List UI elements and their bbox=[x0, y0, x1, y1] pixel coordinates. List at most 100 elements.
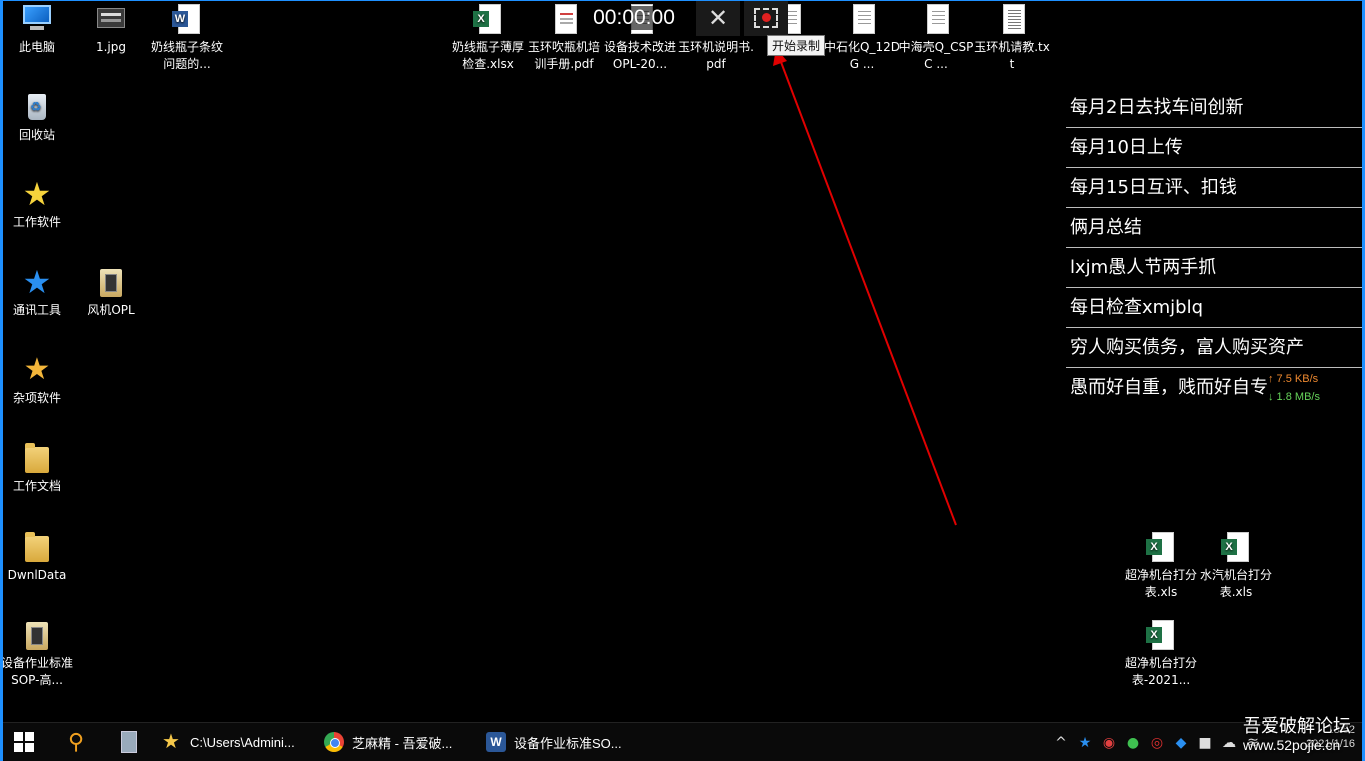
desktop-icon-label: 水汽机台打分表.xls bbox=[1199, 568, 1272, 599]
pdf-file-icon bbox=[548, 2, 580, 36]
star-shortcut-icon: ★ bbox=[162, 731, 180, 753]
desktop-icon-this-pc[interactable]: 此电脑 bbox=[0, 2, 74, 56]
desktop-icon-misc-software[interactable]: ★ 杂项软件 bbox=[0, 353, 74, 407]
desktop-icon-label: DwnlData bbox=[7, 568, 67, 582]
note-item: 每月15日互评、扣钱 bbox=[1066, 168, 1362, 208]
desktop-icon-label: 通讯工具 bbox=[12, 303, 61, 317]
desktop-icon-label: 玉环机请教.txt bbox=[974, 40, 1050, 71]
word-document-icon: W bbox=[171, 2, 203, 36]
document-file-icon bbox=[846, 2, 878, 36]
search-icon: ⚲ bbox=[67, 729, 85, 755]
desktop-icon-label: 玉环机说明书.pdf bbox=[678, 40, 754, 71]
desktop-icon-label: 设备作业标准SOP-高... bbox=[0, 656, 73, 687]
watermark-title: 吾爱破解论坛 bbox=[1243, 716, 1351, 737]
desktop-icon-label: 杂项软件 bbox=[12, 391, 61, 405]
start-recording-button[interactable] bbox=[744, 0, 788, 36]
system-tray: ^ ★ ◉ ● ◎ ◆ ■ ☁ ≋ bbox=[1049, 723, 1265, 761]
note-item: 俩月总结 bbox=[1066, 208, 1362, 248]
start-recording-tooltip: 开始录制 bbox=[767, 35, 826, 56]
desktop-icon-xlsx-thickness[interactable]: X 奶线瓶子薄厚检查.xlsx bbox=[450, 2, 526, 73]
taskbar-item-label: 设备作业标准SO... bbox=[514, 735, 622, 751]
desktop-icon-label: 1.jpg bbox=[95, 40, 127, 54]
note-item: 每月2日去找车间创新 bbox=[1066, 88, 1362, 128]
excel-file-icon: X bbox=[1220, 530, 1252, 564]
desktop-icon-xls-steam[interactable]: X 水汽机台打分表.xls bbox=[1199, 530, 1273, 601]
screen-recorder-toolbar: 00:00:00 ✕ bbox=[584, 0, 788, 36]
shield-icon[interactable]: ◆ bbox=[1170, 732, 1192, 754]
desktop-icon-work-software[interactable]: ★ 工作软件 bbox=[0, 177, 74, 231]
calculator-button[interactable] bbox=[104, 723, 154, 761]
desktop-icon-label: 奶线瓶子条纹问题的... bbox=[150, 40, 223, 71]
excel-file-icon: X bbox=[1145, 618, 1177, 652]
desktop-icon-label: 超净机台打分表.xls bbox=[1124, 568, 1197, 599]
taskbar-item-word[interactable]: W 设备作业标准SO... bbox=[478, 723, 640, 761]
note-item: lxjm愚人节两手抓 bbox=[1066, 248, 1362, 288]
star-shortcut-icon: ★ bbox=[23, 352, 51, 387]
desktop-icon-work-docs[interactable]: 工作文档 bbox=[0, 441, 74, 495]
sticky-notes-widget: 每月2日去找车间创新 每月10日上传 每月15日互评、扣钱 俩月总结 lxjm愚人节两手… bbox=[1066, 88, 1362, 408]
chrome-icon bbox=[324, 732, 344, 752]
star-shortcut-icon: ★ bbox=[22, 263, 52, 301]
desktop-icon-xls-clean-2021[interactable]: X 超净机台打分表-2021... bbox=[1124, 618, 1198, 689]
taskbar-item-chrome[interactable]: 芝麻精 - 吾爱破... bbox=[316, 723, 478, 761]
excel-file-icon: X bbox=[472, 2, 504, 36]
desktop-icon-label: 工作软件 bbox=[12, 215, 61, 229]
close-icon: ✕ bbox=[707, 4, 729, 32]
star-tray-icon[interactable]: ★ bbox=[1074, 732, 1096, 754]
cloud-icon[interactable]: ☁ bbox=[1218, 732, 1240, 754]
folder-icon bbox=[95, 265, 127, 299]
desktop-icon-txt[interactable]: 玉环机请教.txt bbox=[974, 2, 1050, 73]
calculator-icon bbox=[121, 731, 137, 753]
desktop-icon-label: 中石化Q_12DG ... bbox=[824, 40, 900, 71]
desktop-icon-xls-clean[interactable]: X 超净机台打分表.xls bbox=[1124, 530, 1198, 601]
start-button[interactable] bbox=[0, 723, 48, 761]
download-speed: ↓ 1.8 MB/s bbox=[1268, 391, 1320, 403]
taskbar-item-label: C:\Users\Admini... bbox=[190, 734, 295, 750]
taskbar-item-label: 芝麻精 - 吾爱破... bbox=[352, 735, 453, 751]
text-file-icon bbox=[996, 2, 1028, 36]
weibo-icon[interactable]: ◎ bbox=[1146, 732, 1168, 754]
star-shortcut-icon: ★ bbox=[22, 175, 52, 213]
computer-icon bbox=[21, 2, 53, 36]
desktop-icon-dwnldata[interactable]: DwnlData bbox=[0, 530, 74, 584]
chevron-up-icon[interactable]: ^ bbox=[1050, 732, 1072, 754]
desktop-icon-fan-opl[interactable]: 风机OPL bbox=[74, 265, 148, 319]
desktop-icon-doc-sinopec[interactable]: 中石化Q_12DG ... bbox=[824, 2, 900, 73]
image-file-icon bbox=[95, 2, 127, 36]
watermark: 吾爱破解论坛 www.52pojie.cn bbox=[1243, 712, 1351, 753]
drive-icon[interactable]: ■ bbox=[1194, 732, 1216, 754]
search-button[interactable]: ⚲ bbox=[48, 723, 104, 761]
desktop-icon-label: 设备技术改进OPL-20... bbox=[603, 40, 676, 71]
desktop-icon-recycle-bin[interactable]: 回收站 bbox=[0, 90, 74, 144]
desktop-icon-label: 风机OPL bbox=[87, 303, 135, 317]
folder-icon bbox=[21, 618, 53, 652]
desktop-icon-jpg[interactable]: 1.jpg bbox=[74, 2, 148, 56]
windows-logo-icon bbox=[14, 732, 34, 752]
word-app-icon: W bbox=[486, 732, 506, 752]
desktop-icon-doc-cnooc[interactable]: 中海壳Q_CSPC ... bbox=[898, 2, 974, 73]
note-item: 每日检查xmjblq bbox=[1066, 288, 1362, 328]
close-recorder-button[interactable]: ✕ bbox=[696, 0, 740, 36]
record-tray-icon[interactable]: ◉ bbox=[1098, 732, 1120, 754]
desktop-icon-comm-tools[interactable]: ★ 通讯工具 bbox=[0, 265, 74, 319]
folder-icon bbox=[21, 530, 53, 564]
excel-file-icon: X bbox=[1145, 530, 1177, 564]
desktop-icon-label: 回收站 bbox=[18, 128, 55, 142]
desktop-icon-label: 中海壳Q_CSPC ... bbox=[898, 40, 974, 71]
recording-timer: 00:00:00 bbox=[584, 6, 684, 30]
desktop-icon-label: 玉环吹瓶机培训手册.pdf bbox=[527, 40, 600, 71]
document-file-icon bbox=[920, 2, 952, 36]
taskbar-item-explorer[interactable]: ★ C:\Users\Admini... bbox=[154, 723, 316, 761]
note-item: 穷人购买债务，富人购买资产 bbox=[1066, 328, 1362, 368]
folder-icon bbox=[21, 441, 53, 475]
watermark-url: www.52pojie.cn bbox=[1243, 737, 1341, 753]
recycle-bin-icon bbox=[21, 90, 53, 124]
desktop-icon-word-doc[interactable]: W 奶线瓶子条纹问题的... bbox=[150, 2, 224, 73]
desktop-icon-sop[interactable]: 设备作业标准SOP-高... bbox=[0, 618, 74, 689]
wechat-icon[interactable]: ● bbox=[1122, 732, 1144, 754]
desktop-icon-label: 工作文档 bbox=[12, 479, 61, 493]
desktop-icon-label: 超净机台打分表-2021... bbox=[1124, 656, 1197, 687]
taskbar: ⚲ ★ C:\Users\Admini... 芝麻精 - 吾爱破... W 设备… bbox=[0, 722, 1365, 761]
desktop-icon-label: 此电脑 bbox=[18, 40, 55, 54]
upload-speed: ↑ 7.5 KB/s bbox=[1268, 373, 1319, 385]
